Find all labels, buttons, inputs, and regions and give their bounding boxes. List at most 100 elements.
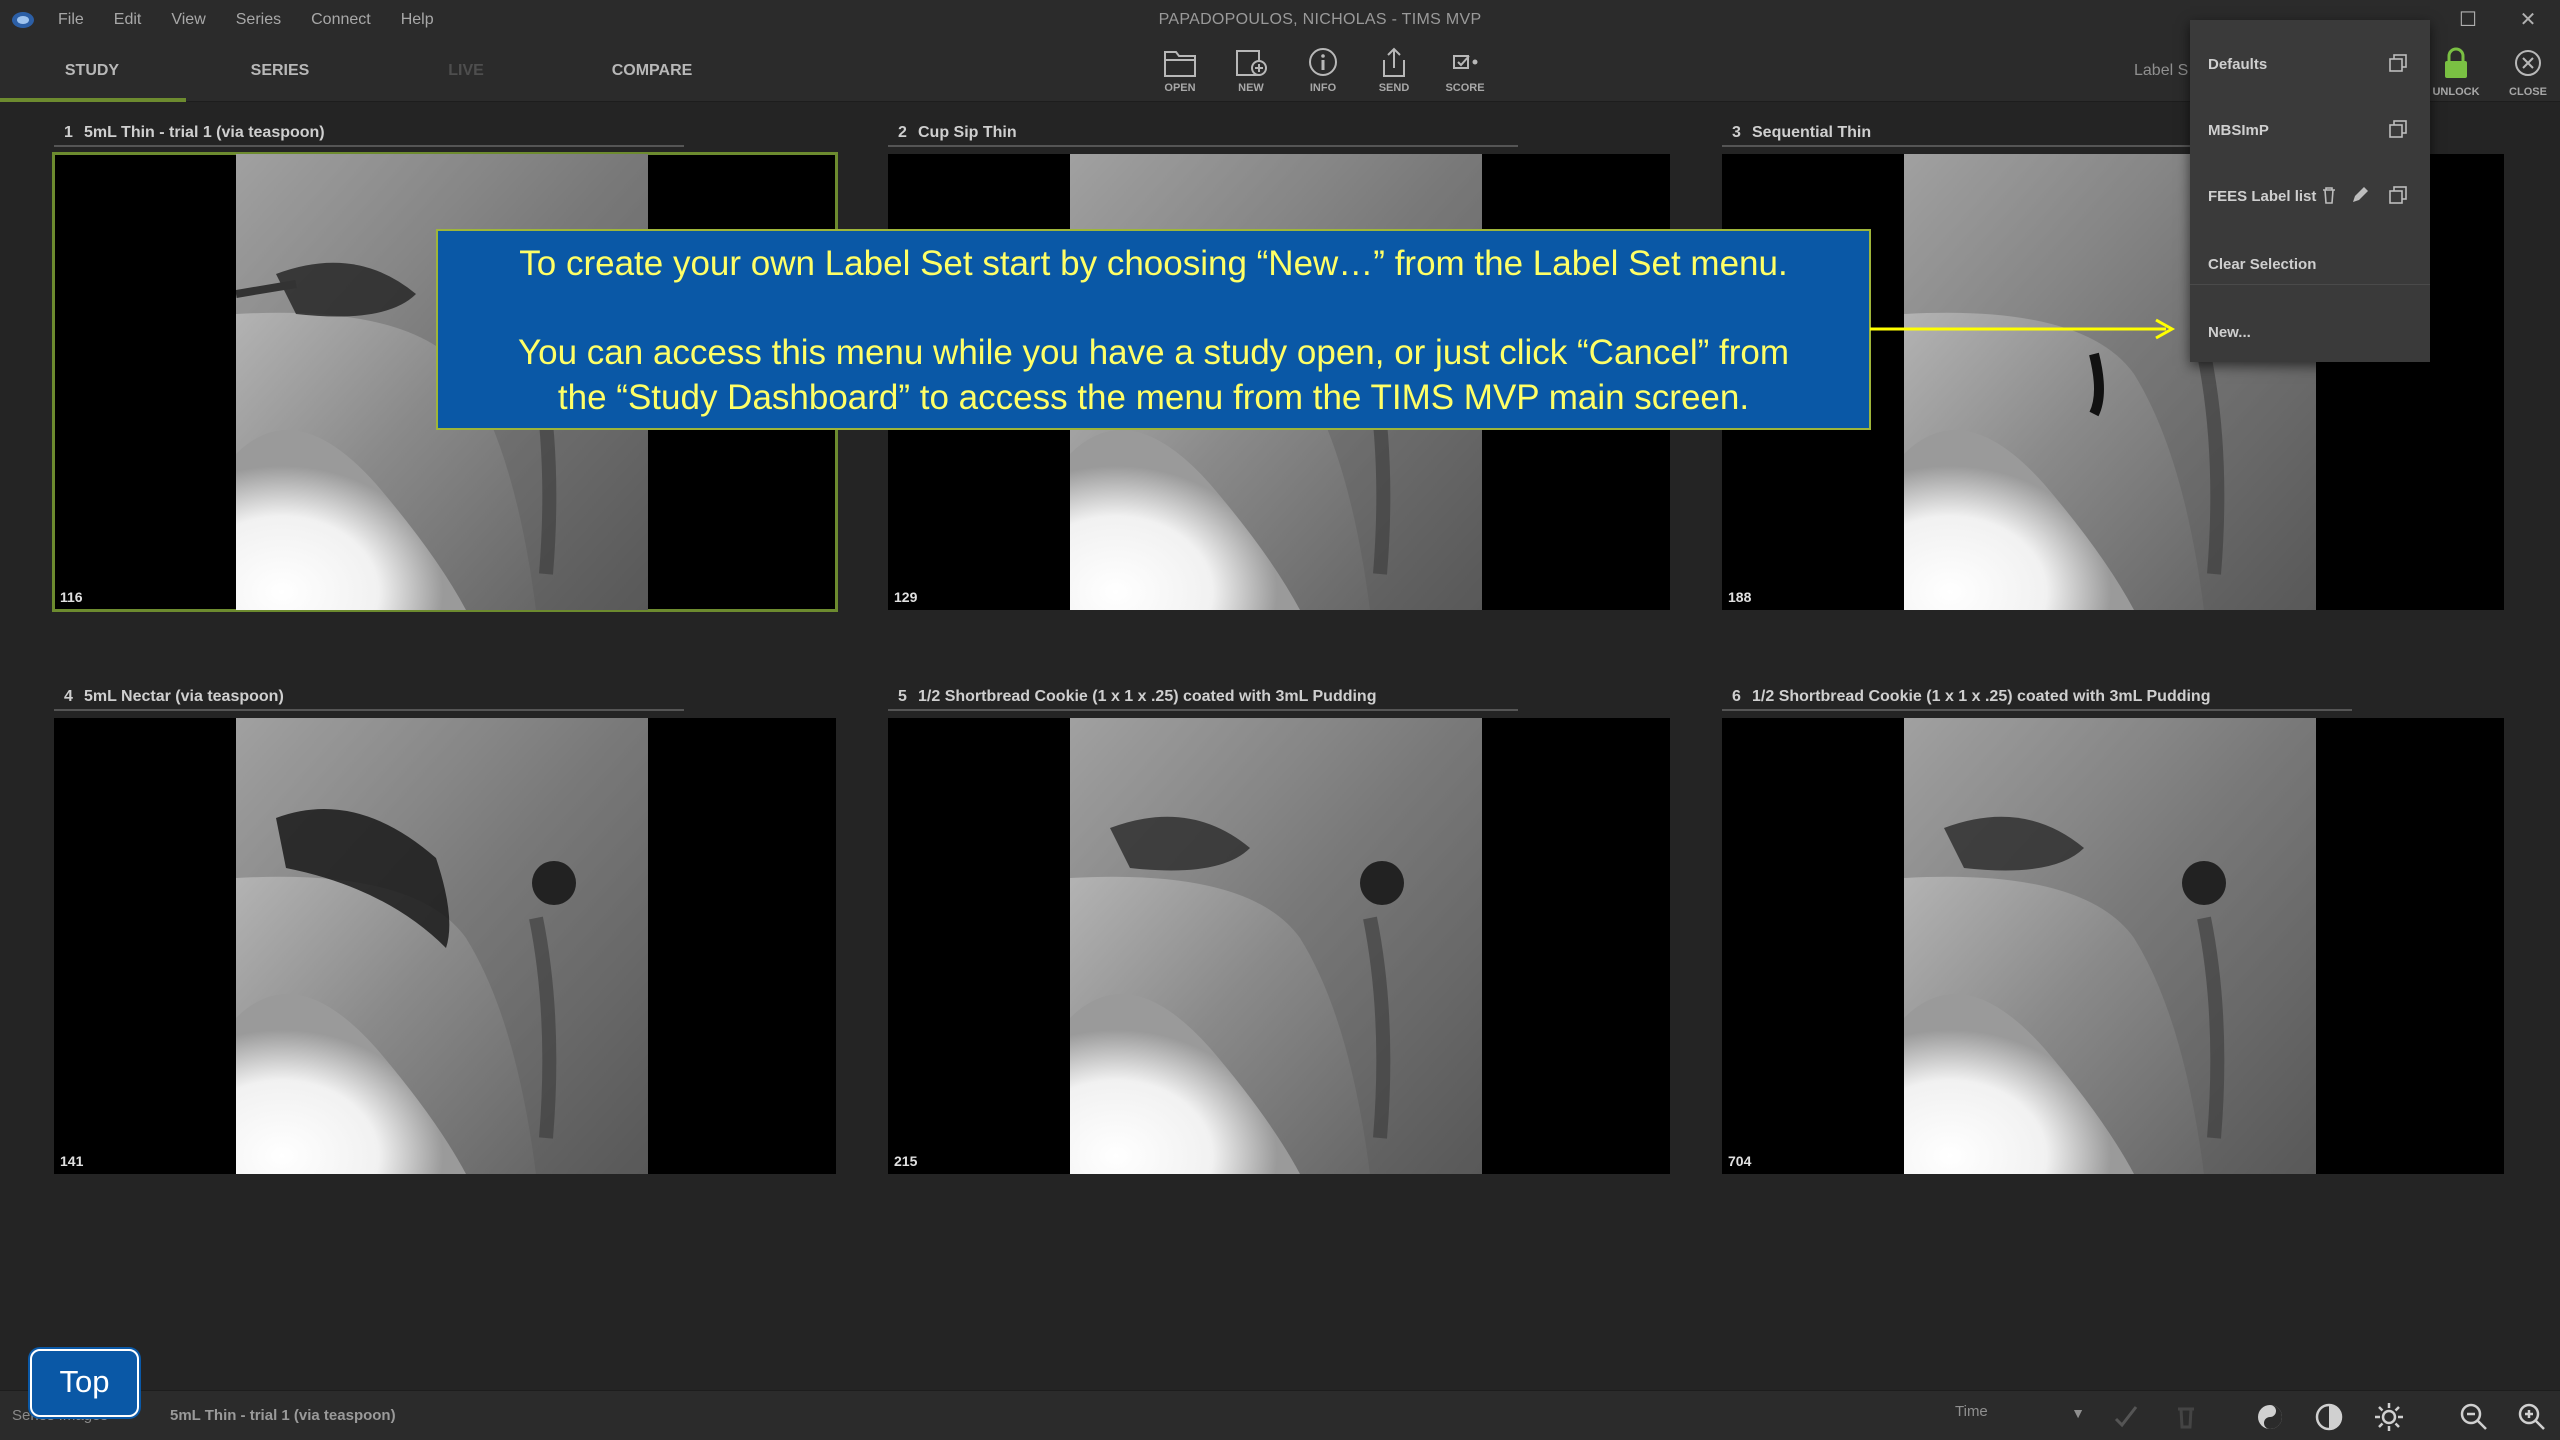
series-name: 5mL Nectar (via teaspoon) <box>84 688 284 705</box>
header-rule <box>1722 709 2352 711</box>
copy-icon[interactable] <box>2388 119 2408 139</box>
lock-icon <box>2445 47 2467 78</box>
trash-icon[interactable] <box>2320 185 2338 205</box>
open-button[interactable]: OPEN <box>1150 46 1210 94</box>
xray-image <box>236 718 648 1174</box>
tab-live: LIVE <box>448 62 484 79</box>
label-set-dropdown[interactable]: Label S <box>2134 62 2190 80</box>
menu-item-mbsimp[interactable]: MBSImP <box>2190 100 2430 160</box>
send-button[interactable]: SEND <box>1364 46 1424 94</box>
callout-paragraph-2: You can access this menu while you have … <box>518 333 1789 417</box>
frame-count: 215 <box>894 1153 918 1169</box>
caret-down-icon: ▼ <box>2071 1405 2085 1421</box>
contrast-icon[interactable] <box>2313 1401 2345 1433</box>
brightness-icon[interactable] <box>2373 1401 2405 1433</box>
series-number: 1 <box>64 124 73 141</box>
series-name: 1/2 Shortbread Cookie (1 x 1 x .25) coat… <box>918 688 1377 705</box>
copy-icon[interactable] <box>2388 53 2408 73</box>
send-icon <box>1383 47 1405 77</box>
close-circle-icon <box>2515 50 2541 76</box>
app-logo-icon <box>12 12 34 28</box>
menu-item-new[interactable]: New... <box>2190 302 2430 362</box>
menu-bar: File Edit View Series Connect Help <box>58 0 434 40</box>
info-icon <box>1309 48 1337 76</box>
menu-view[interactable]: View <box>171 11 205 29</box>
series-header: 2 Cup Sip Thin <box>888 120 1670 147</box>
header-rule <box>888 145 1518 147</box>
delete-icon[interactable] <box>2170 1401 2202 1433</box>
info-button[interactable]: INFO <box>1293 46 1353 94</box>
open-label: OPEN <box>1164 82 1196 94</box>
menu-separator <box>2190 284 2430 285</box>
series-viewport[interactable]: 215 <box>888 718 1670 1174</box>
menu-connect[interactable]: Connect <box>311 11 371 29</box>
top-button[interactable]: Top <box>30 1349 139 1417</box>
menu-item-label: FEES Label list <box>2208 188 2317 205</box>
header-rule <box>54 709 684 711</box>
window-close-icon[interactable]: ✕ <box>2514 6 2542 34</box>
series-header: 4 5mL Nectar (via teaspoon) <box>54 684 836 711</box>
invert-icon[interactable] <box>2254 1401 2286 1433</box>
menu-item-label: New... <box>2208 324 2251 341</box>
frame-count: 188 <box>1728 589 1752 605</box>
series-number: 3 <box>1732 124 1741 141</box>
zoom-out-icon[interactable] <box>2458 1401 2490 1433</box>
header-rule <box>888 709 1518 711</box>
series-viewport[interactable]: 704 <box>1722 718 2504 1174</box>
time-dropdown[interactable]: Time ▼ <box>1955 1403 2085 1429</box>
folder-icon <box>1164 51 1196 77</box>
callout-paragraph-1: To create your own Label Set start by ch… <box>519 244 1788 283</box>
info-label: INFO <box>1309 82 1337 94</box>
xray-image <box>1904 718 2316 1174</box>
xray-image <box>1070 718 1482 1174</box>
zoom-in-icon[interactable] <box>2516 1401 2548 1433</box>
score-button[interactable]: SCORE <box>1435 46 1495 94</box>
unlock-label: UNLOCK <box>2432 86 2480 98</box>
menu-item-fees-label-list[interactable]: FEES Label list <box>2190 166 2430 226</box>
menu-item-label: Defaults <box>2208 56 2268 73</box>
series-name: Sequential Thin <box>1752 124 1872 141</box>
series-number: 5 <box>898 688 907 705</box>
series-name: 5mL Thin - trial 1 (via teaspoon) <box>84 124 325 141</box>
menu-file[interactable]: File <box>58 11 84 29</box>
pointer-arrow-icon <box>1870 318 2176 340</box>
series-viewport[interactable]: 141 <box>54 718 836 1174</box>
menu-series[interactable]: Series <box>236 11 281 29</box>
frame-count: 116 <box>60 589 83 605</box>
copy-icon[interactable] <box>2388 185 2408 205</box>
frame-count: 141 <box>60 1153 84 1169</box>
menu-edit[interactable]: Edit <box>114 11 142 29</box>
series-header: 5 1/2 Shortbread Cookie (1 x 1 x .25) co… <box>888 684 1670 711</box>
tab-series[interactable]: SERIES <box>220 62 340 80</box>
unlock-button[interactable]: UNLOCK <box>2428 46 2484 98</box>
series-number: 6 <box>1732 688 1741 705</box>
active-tab-indicator <box>0 98 186 102</box>
new-icon <box>1236 50 1267 76</box>
series-number: 2 <box>898 124 907 141</box>
frame-count: 704 <box>1728 1153 1752 1169</box>
new-button[interactable]: NEW <box>1221 46 1281 94</box>
series-header: 1 5mL Thin - trial 1 (via teaspoon) <box>54 120 836 147</box>
score-label: SCORE <box>1445 82 1485 94</box>
score-icon <box>1453 55 1478 69</box>
label-set-menu: Defaults MBSImP FEES Label list Clear Se… <box>2190 20 2430 362</box>
menu-item-clear-selection[interactable]: Clear Selection <box>2190 234 2430 294</box>
frame-count: 129 <box>894 589 918 605</box>
menu-help[interactable]: Help <box>401 11 434 29</box>
close-label: CLOSE <box>2509 86 2547 98</box>
toolbar: STUDY SERIES LIVE COMPARE OPEN NEW INFO … <box>0 40 2560 102</box>
tab-study[interactable]: STUDY <box>32 62 152 80</box>
checkmark-icon[interactable] <box>2110 1401 2142 1433</box>
tab-compare[interactable]: COMPARE <box>592 62 712 80</box>
series-name: Cup Sip Thin <box>918 124 1017 141</box>
send-label: SEND <box>1378 82 1410 94</box>
edit-pencil-icon[interactable] <box>2350 185 2370 205</box>
header-rule <box>54 145 684 147</box>
menu-item-defaults[interactable]: Defaults <box>2190 34 2430 94</box>
title-bar: File Edit View Series Connect Help PAPAD… <box>0 0 2560 40</box>
close-study-button[interactable]: CLOSE <box>2500 46 2556 98</box>
series-header: 6 1/2 Shortbread Cookie (1 x 1 x .25) co… <box>1722 684 2504 711</box>
maximize-icon[interactable]: ☐ <box>2454 6 2482 34</box>
time-dropdown-value: Time <box>1955 1403 1988 1420</box>
menu-item-label: MBSImP <box>2208 122 2269 139</box>
